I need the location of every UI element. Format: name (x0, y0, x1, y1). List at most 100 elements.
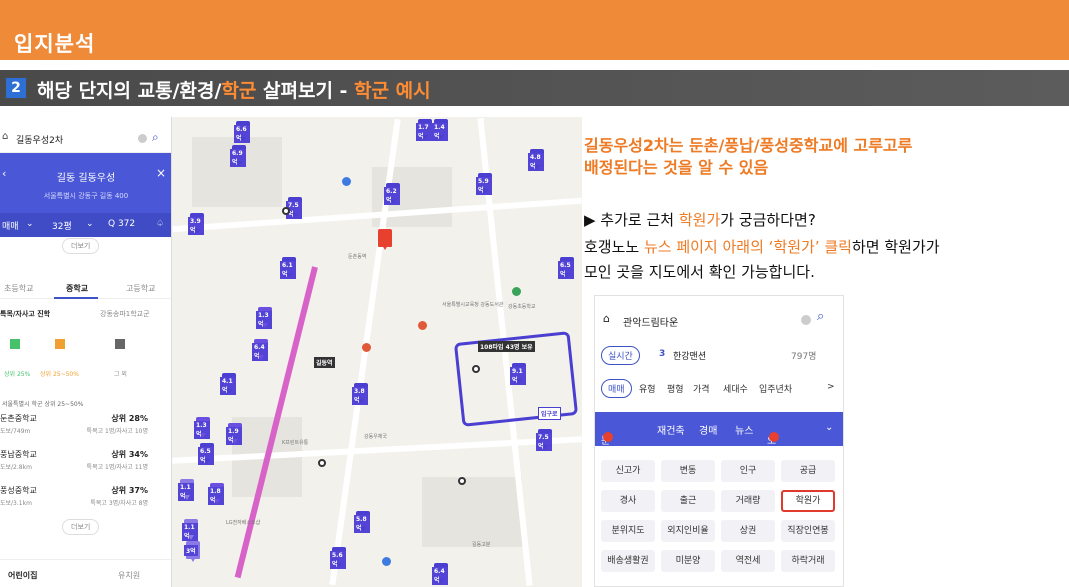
price-label: 4.8억 (528, 153, 544, 171)
price-pin[interactable]: 1.1억 (182, 519, 198, 541)
filter-years[interactable]: 입주년차 (759, 382, 792, 395)
feature-item[interactable]: 신고가 (601, 460, 655, 482)
price-pin[interactable]: 9.1억 (510, 363, 526, 385)
price-pin[interactable]: 1.1억 (178, 479, 194, 501)
price-pin[interactable]: 1.9억 (226, 423, 242, 445)
feature-item[interactable]: 역전세 (721, 550, 775, 572)
filter-households[interactable]: 세대수 (723, 382, 748, 395)
feature-item[interactable]: 외지인비율 (661, 520, 715, 542)
feature-item[interactable]: 미분양 (661, 550, 715, 572)
price-pin[interactable]: 5.6억 (330, 547, 346, 569)
trending-row[interactable]: 실시간 3 한강맨션 797명 (595, 344, 843, 366)
tab-rebuild[interactable]: 재건축 (657, 422, 685, 437)
feature-item[interactable]: 배송생활권 (601, 550, 655, 572)
price-pin[interactable]: 1.4억 (432, 119, 448, 141)
feature-item[interactable]: 직장인연봉 (781, 520, 835, 542)
tab-high[interactable]: 고등학교 (126, 283, 155, 294)
school-row[interactable]: 풍성중학교 상위 37% 도보/3.1km 특목고 3명/자사고 8명 (0, 485, 171, 519)
price-pin[interactable]: 6.5억 (558, 257, 574, 279)
trend-badge[interactable]: 실시간 (601, 346, 640, 365)
price-pin[interactable]: 4.8억 (528, 149, 544, 171)
price-pin[interactable]: 3.9억 (188, 213, 204, 235)
feature-item[interactable]: 변동 (661, 460, 715, 482)
feature-item[interactable]: 인구 (721, 460, 775, 482)
search-bar[interactable]: ⌂ 관악드림타운 ⌕ (595, 304, 843, 334)
map-label: 서울특별시교육청 강동도서관 (442, 302, 504, 308)
place-icon[interactable] (382, 557, 391, 566)
bell-icon[interactable]: ♤ (156, 219, 164, 229)
search-input[interactable]: 길동우성2차 (16, 133, 63, 146)
school-row[interactable]: 풍납중학교 상위 34% 도보/2.8km 특목고 1명/자사고 11명 (0, 449, 171, 483)
poi-marker[interactable] (472, 365, 480, 373)
school-row[interactable]: 둔촌중학교 상위 28% 도보/749m 특목고 1명/자사고 10명 (0, 413, 171, 447)
more-button[interactable]: 더보기 (62, 519, 100, 535)
place-icon[interactable] (512, 287, 521, 296)
feature-item[interactable]: 공급 (781, 460, 835, 482)
feature-item[interactable]: 상권 (721, 520, 775, 542)
tab-middle[interactable]: 중학교 (66, 283, 88, 294)
filter-count[interactable]: Q 372 (108, 219, 135, 229)
school-stat: 특목고 1명/자사고 10명 (86, 428, 148, 435)
price-label: 5.9억 (476, 177, 492, 195)
feature-item[interactable]: 분위지도 (601, 520, 655, 542)
poi-marker[interactable] (458, 477, 466, 485)
place-icon[interactable] (418, 321, 427, 330)
chevron-down-icon[interactable]: ⌄ (825, 422, 833, 433)
price-pin[interactable]: 3억 (184, 541, 200, 562)
price-pin[interactable]: 6.6억 (234, 121, 250, 143)
price-pin[interactable]: 7.5억 (536, 429, 552, 451)
tab-kindergarten[interactable]: 유치원 (118, 570, 140, 581)
price-label: 3.9억 (188, 217, 204, 235)
price-pin[interactable]: 1.7억 (416, 119, 432, 141)
feature-item[interactable]: 거래량 (721, 490, 775, 512)
menu-tabs: 분양 재건축 경매 뉴스 오늘 ⌄ (595, 412, 843, 462)
tab-elementary[interactable]: 초등학교 (4, 283, 33, 294)
filter-size[interactable]: 32평 (52, 219, 72, 232)
price-pin[interactable]: 6.5억 (198, 443, 214, 465)
feature-item[interactable]: 하락거래 (781, 550, 835, 572)
more-button[interactable]: 더보기 (62, 238, 100, 254)
search-input[interactable]: 관악드림타운 (623, 314, 678, 329)
search-icon[interactable]: ⌕ (817, 309, 824, 324)
tab-daycare[interactable]: 어린이집 (8, 570, 37, 581)
search-icon[interactable]: ⌕ (152, 130, 159, 145)
price-pin[interactable]: 5.8억 (354, 511, 370, 533)
price-pin[interactable]: 1.3억 (256, 307, 272, 329)
filter-price[interactable]: 가격 (693, 382, 710, 395)
academy-button[interactable]: 학원가 (781, 490, 835, 512)
price-pin[interactable]: 3.8억 (352, 383, 368, 405)
price-pin[interactable]: 4.1억 (220, 373, 236, 395)
tab-news[interactable]: 뉴스 (735, 422, 753, 437)
price-pin[interactable]: 6.4억 (252, 339, 268, 361)
price-pin[interactable]: 7.5억 (286, 197, 302, 219)
close-icon[interactable]: × (156, 166, 166, 180)
price-pin[interactable]: 5.9억 (476, 173, 492, 195)
clear-icon[interactable] (138, 134, 147, 143)
price-pin[interactable]: 6.4억 (432, 563, 448, 585)
home-icon[interactable]: ⌂ (603, 312, 610, 325)
price-pin[interactable]: 1.3억 (194, 417, 210, 439)
chevron-right-icon[interactable]: > (827, 382, 835, 392)
selected-pin[interactable] (378, 229, 392, 250)
place-icon[interactable] (362, 343, 371, 352)
poi-marker[interactable] (282, 207, 290, 215)
feature-item[interactable]: 출근 (661, 490, 715, 512)
price-pin[interactable]: 6.9억 (230, 145, 246, 167)
clear-icon[interactable] (801, 315, 811, 325)
place-icon[interactable] (342, 177, 351, 186)
tab-auction[interactable]: 경매 (699, 422, 717, 437)
filter-trade[interactable]: 매매 (2, 219, 19, 232)
filter-size[interactable]: 평형 (667, 382, 684, 395)
search-bar[interactable]: ⌂ 길동우성2차 ⌕ (0, 125, 171, 153)
filter-trade[interactable]: 매매 (601, 379, 632, 398)
school-stat: 특목고 1명/자사고 11명 (86, 464, 148, 471)
price-pin[interactable]: 1.8억 (208, 483, 224, 505)
filter-type[interactable]: 유형 (639, 382, 656, 395)
home-icon[interactable]: ⌂ (2, 131, 8, 142)
poi-marker[interactable] (318, 459, 326, 467)
price-pin[interactable]: 6.1억 (280, 257, 296, 279)
map-view[interactable]: 6.6억 6.9억 7.5억 6.2억 1.4억 1.7억 4.8억 5.9억 … (172, 117, 582, 587)
price-pin[interactable]: 6.2억 (384, 183, 400, 205)
feature-item[interactable]: 경사 (601, 490, 655, 512)
price-label: 6.2억 (384, 187, 400, 205)
